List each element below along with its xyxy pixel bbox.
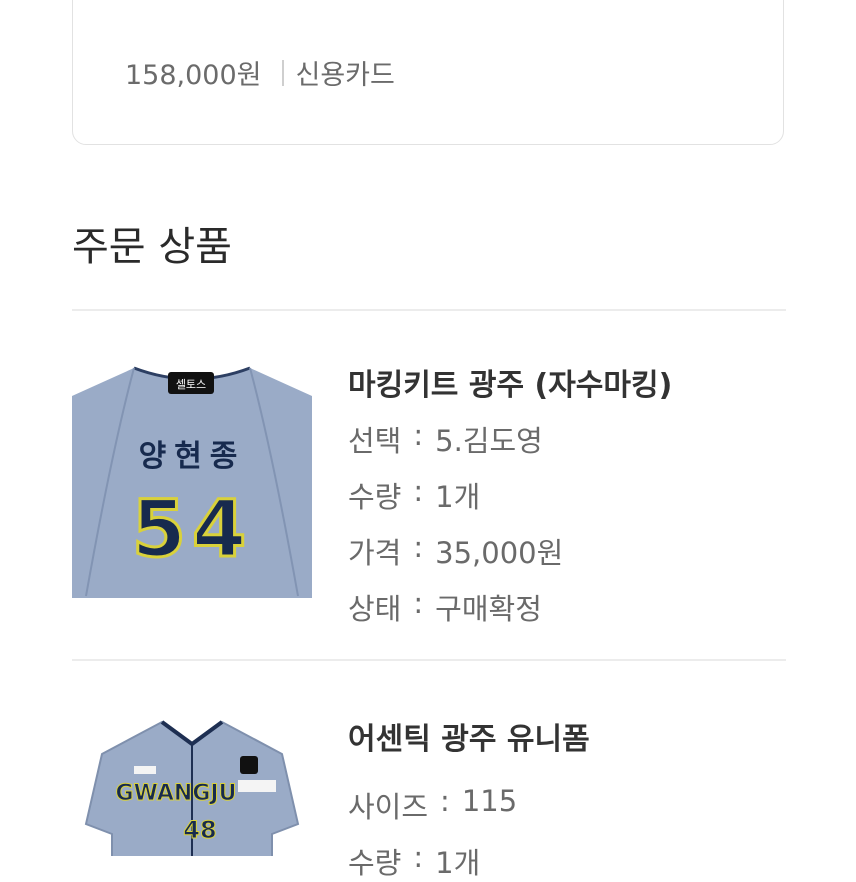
order-item[interactable]: 셀토스 양현종 54 마킹키트 광주 (자수마킹) 선택: 5.김도영 수량: … [72, 360, 786, 626]
option-row: 가격: 35,000원 [348, 530, 564, 570]
option-row: 수량: 1개 [348, 840, 481, 880]
option-value: 1개 [435, 480, 481, 514]
payment-method: 신용카드 [295, 60, 395, 91]
option-row: 사이즈: 115 [348, 784, 518, 824]
jersey-number: 48 [183, 816, 216, 844]
option-value: 5.김도영 [435, 424, 543, 458]
item-name[interactable]: 어센틱 광주 유니폼 [348, 714, 590, 758]
option-label: 선택 [348, 424, 402, 458]
payment-separator [281, 59, 284, 86]
option-value: 115 [461, 784, 518, 818]
option-row: 선택: 5.김도영 [348, 418, 543, 458]
payment-line: 158,000원 신용카드 [125, 53, 395, 92]
jersey-front-image: GWANGJU 48 [84, 720, 300, 856]
jersey-number: 54 [132, 485, 253, 575]
divider [72, 309, 786, 311]
option-label: 수량 [348, 846, 402, 880]
jersey-player-name: 양현종 [139, 439, 246, 474]
sponsor-tag: 셀토스 [176, 378, 206, 391]
option-row: 수량: 1개 [348, 474, 481, 514]
option-label: 수량 [348, 480, 402, 514]
option-row: 상태: 구매확정 [348, 586, 542, 626]
option-label: 상태 [348, 592, 402, 626]
option-value: 35,000원 [435, 536, 564, 570]
item-info: 어센틱 광주 유니폼 사이즈: 115 수량: 1개 [348, 714, 590, 882]
jersey-back-image: 셀토스 양현종 54 [72, 366, 312, 598]
item-info: 마킹키트 광주 (자수마킹) 선택: 5.김도영 수량: 1개 가격: 35,0… [348, 360, 672, 628]
product-image[interactable]: 셀토스 양현종 54 [72, 360, 312, 600]
payment-amount: 158,000원 [125, 60, 262, 91]
payment-summary-card: 158,000원 신용카드 [72, 0, 784, 145]
option-label: 사이즈 [348, 790, 429, 824]
divider [72, 659, 786, 661]
order-item[interactable]: GWANGJU 48 어센틱 광주 유니폼 사이즈: 115 수량: 1개 [72, 714, 786, 880]
jersey-wordmark: GWANGJU [116, 781, 237, 806]
section-title: 주문 상품 [72, 224, 232, 270]
option-value: 구매확정 [435, 592, 542, 626]
option-value: 1개 [435, 846, 481, 880]
product-image[interactable]: GWANGJU 48 [72, 714, 312, 856]
option-label: 가격 [348, 536, 402, 570]
item-name[interactable]: 마킹키트 광주 (자수마킹) [348, 360, 672, 404]
